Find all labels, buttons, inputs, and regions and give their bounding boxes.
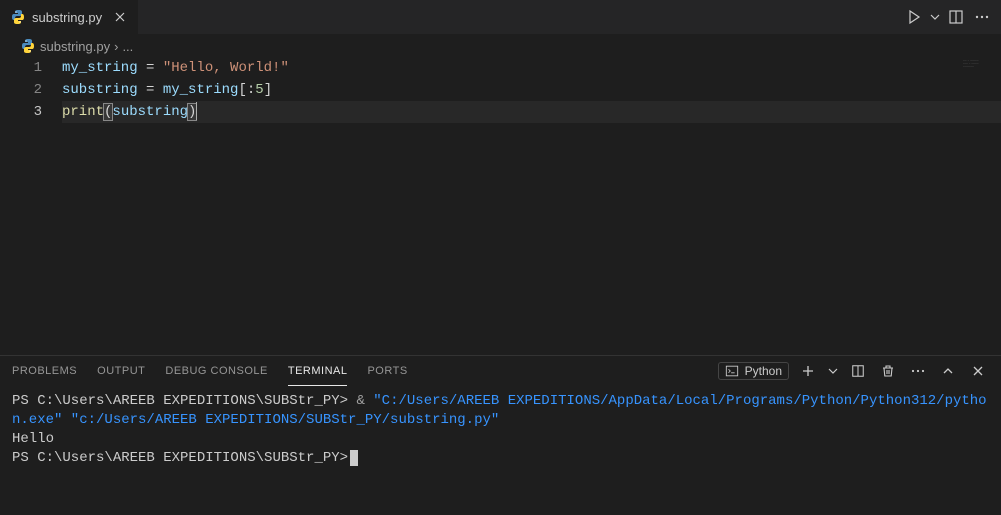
chevron-up-icon[interactable]	[937, 360, 959, 382]
chevron-down-icon[interactable]	[827, 360, 839, 382]
python-icon	[20, 38, 36, 54]
chevron-down-icon[interactable]	[929, 6, 941, 28]
tab-ports[interactable]: PORTS	[367, 356, 407, 386]
more-icon[interactable]	[971, 6, 993, 28]
terminal-line: PS C:\Users\AREEB EXPEDITIONS\SUBStr_PY>	[12, 449, 989, 468]
split-editor-icon[interactable]	[945, 6, 967, 28]
tab-terminal[interactable]: TERMINAL	[288, 356, 348, 386]
panel: PROBLEMS OUTPUT DEBUG CONSOLE TERMINAL P…	[0, 355, 1001, 515]
tab-output[interactable]: OUTPUT	[97, 356, 145, 386]
terminal-cursor	[350, 450, 358, 466]
editor-cursor	[196, 102, 197, 120]
tab-problems[interactable]: PROBLEMS	[12, 356, 77, 386]
line-number: 2	[0, 79, 42, 101]
code-content[interactable]: my_string = "Hello, World!"substring = m…	[62, 57, 1001, 355]
terminal-line: Hello	[12, 430, 989, 449]
breadcrumb-file: substring.py	[40, 39, 110, 54]
minimap[interactable]: ▬▬▬ ▬ ▬▬▬▬▬▬▬▬▬▬▬ ▬ ▬▬▬▬▬▬▬▬▬▬▬▬▬▬▬	[961, 57, 1001, 355]
new-terminal-icon[interactable]	[797, 360, 819, 382]
split-terminal-icon[interactable]	[847, 360, 869, 382]
code-line[interactable]: print(substring)	[62, 101, 1001, 123]
code-line[interactable]: substring = my_string[:5]	[62, 79, 1001, 101]
run-icon[interactable]	[903, 6, 925, 28]
more-icon[interactable]	[907, 360, 929, 382]
close-icon[interactable]	[112, 9, 128, 25]
launch-profile-label: Python	[745, 364, 782, 378]
terminal-line: PS C:\Users\AREEB EXPEDITIONS\SUBStr_PY>…	[12, 392, 989, 430]
line-number-gutter: 123	[0, 57, 62, 355]
breadcrumb-rest: ...	[122, 39, 133, 54]
python-icon	[10, 9, 26, 25]
panel-tab-bar: PROBLEMS OUTPUT DEBUG CONSOLE TERMINAL P…	[0, 356, 1001, 386]
tab-debug-console[interactable]: DEBUG CONSOLE	[165, 356, 267, 386]
close-panel-icon[interactable]	[967, 360, 989, 382]
terminal-launch-picker[interactable]: Python	[718, 362, 789, 380]
tabs-container: substring.py	[0, 0, 139, 34]
tab-filename: substring.py	[32, 10, 102, 25]
editor-actions	[903, 6, 1001, 28]
line-number: 1	[0, 57, 42, 79]
tab-bar: substring.py	[0, 0, 1001, 35]
terminal-content[interactable]: PS C:\Users\AREEB EXPEDITIONS\SUBStr_PY>…	[0, 386, 1001, 515]
editor-area[interactable]: 123 my_string = "Hello, World!"substring…	[0, 57, 1001, 355]
chevron-right-icon: ›	[114, 39, 118, 54]
trash-icon[interactable]	[877, 360, 899, 382]
editor-tab-substring[interactable]: substring.py	[0, 0, 139, 34]
code-line[interactable]: my_string = "Hello, World!"	[62, 57, 1001, 79]
line-number: 3	[0, 101, 42, 123]
breadcrumb[interactable]: substring.py › ...	[0, 35, 1001, 57]
